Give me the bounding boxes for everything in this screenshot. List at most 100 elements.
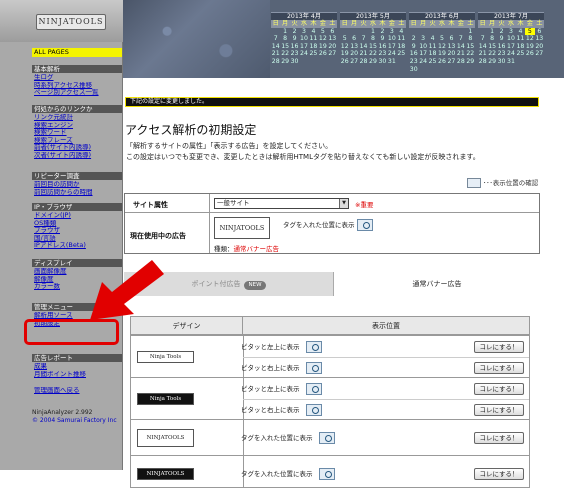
- calendar-day[interactable]: 6: [535, 28, 544, 36]
- sidebar-item[interactable]: 次者(サイト内誘導): [32, 152, 122, 160]
- calendar-day[interactable]: 5: [340, 35, 349, 43]
- calendar-day[interactable]: 6: [328, 28, 337, 36]
- calendar-day[interactable]: 27: [447, 58, 456, 66]
- sidebar-item[interactable]: 検索ワード: [32, 129, 122, 137]
- calendar-day[interactable]: 14: [478, 43, 487, 51]
- calendar-day[interactable]: 15: [466, 43, 475, 51]
- site-attr-select[interactable]: 一般サイト ▼: [214, 198, 349, 209]
- sidebar-item[interactable]: ページ別アクセス一覧: [32, 89, 122, 97]
- sidebar-item[interactable]: 成果: [32, 363, 122, 371]
- calendar-day[interactable]: 29: [466, 58, 475, 66]
- calendar-day[interactable]: 25: [516, 50, 525, 58]
- sidebar-item[interactable]: 検索フレーズ: [32, 137, 122, 145]
- calendar-day[interactable]: 7: [359, 35, 368, 43]
- select-ad-button[interactable]: コレにする！: [474, 382, 524, 395]
- calendar-day[interactable]: 31: [387, 58, 396, 66]
- calendar-day[interactable]: 2: [290, 28, 299, 36]
- sidebar-item[interactable]: IPアドレス(Beta): [32, 242, 122, 250]
- calendar-day[interactable]: 29: [487, 58, 496, 66]
- tab-normal-banner[interactable]: 通常バナー広告: [334, 272, 540, 296]
- calendar-day[interactable]: 21: [456, 50, 465, 58]
- calendar-day[interactable]: 15: [487, 43, 496, 51]
- select-ad-button[interactable]: コレにする！: [474, 361, 524, 374]
- sidebar-item[interactable]: 国/言語: [32, 235, 122, 243]
- calendar-day[interactable]: 17: [387, 43, 396, 51]
- logo[interactable]: NINJATOOLS: [0, 0, 123, 42]
- calendar-day[interactable]: 11: [516, 35, 525, 43]
- calendar-day[interactable]: 11: [428, 43, 437, 51]
- calendar-day[interactable]: 8: [280, 35, 289, 43]
- calendar-day[interactable]: 10: [299, 35, 308, 43]
- calendar-day[interactable]: 9: [409, 43, 418, 51]
- calendar-day[interactable]: 30: [409, 66, 418, 74]
- calendar-day[interactable]: 29: [368, 58, 377, 66]
- magnifier-icon[interactable]: [305, 340, 322, 353]
- calendar-day[interactable]: 16: [290, 43, 299, 51]
- select-ad-button[interactable]: コレにする！: [474, 340, 524, 353]
- calendar-day[interactable]: 7: [456, 35, 465, 43]
- calendar-day[interactable]: 27: [349, 58, 358, 66]
- calendar-day[interactable]: 18: [397, 43, 406, 51]
- calendar-day[interactable]: 15: [368, 43, 377, 51]
- sidebar-item[interactable]: 管理画面へ戻る: [32, 387, 122, 395]
- calendar-day[interactable]: 5: [525, 27, 535, 36]
- calendar-day[interactable]: 12: [340, 43, 349, 51]
- calendar-day[interactable]: 26: [318, 50, 327, 58]
- select-ad-button[interactable]: コレにする！: [474, 432, 524, 444]
- calendar-day[interactable]: 26: [437, 58, 446, 66]
- calendar-day[interactable]: 4: [516, 28, 525, 36]
- calendar-day[interactable]: 30: [378, 58, 387, 66]
- calendar-day[interactable]: 20: [349, 50, 358, 58]
- calendar-day[interactable]: 24: [506, 50, 515, 58]
- calendar-day[interactable]: 8: [466, 35, 475, 43]
- calendar-day[interactable]: 13: [535, 35, 544, 43]
- calendar-day[interactable]: 20: [535, 43, 544, 51]
- calendar-day[interactable]: 29: [280, 58, 289, 66]
- magnifier-icon[interactable]: [318, 468, 335, 480]
- calendar-day[interactable]: 12: [525, 35, 534, 43]
- calendar-day[interactable]: 9: [290, 35, 299, 43]
- calendar-day[interactable]: 30: [497, 58, 506, 66]
- calendar-day[interactable]: 3: [418, 35, 427, 43]
- all-pages-link[interactable]: ALL PAGES: [32, 48, 122, 57]
- calendar-day[interactable]: 27: [328, 50, 337, 58]
- calendar-day[interactable]: 31: [506, 58, 515, 66]
- calendar-day[interactable]: 10: [387, 35, 396, 43]
- calendar-day[interactable]: 17: [299, 43, 308, 51]
- calendar-day[interactable]: 28: [271, 58, 280, 66]
- sidebar-item[interactable]: 前者(サイト内誘導): [32, 144, 122, 152]
- sidebar-item[interactable]: ドメイン(JP): [32, 212, 122, 220]
- sidebar-item[interactable]: 時系列アクセス推移: [32, 82, 122, 90]
- calendar-day[interactable]: 1: [280, 28, 289, 36]
- calendar-day[interactable]: 25: [428, 58, 437, 66]
- calendar-day[interactable]: 5: [437, 35, 446, 43]
- sidebar-item[interactable]: ブラウザ: [32, 227, 122, 235]
- calendar-day[interactable]: 13: [447, 43, 456, 51]
- calendar-day[interactable]: 24: [387, 50, 396, 58]
- calendar-day[interactable]: 16: [497, 43, 506, 51]
- sidebar-item[interactable]: OS種類: [32, 220, 122, 228]
- calendar-day[interactable]: 5: [318, 28, 327, 36]
- calendar-day[interactable]: 3: [387, 28, 396, 36]
- calendar-day[interactable]: 9: [378, 35, 387, 43]
- calendar-day[interactable]: 1: [466, 28, 475, 36]
- calendar-day[interactable]: 27: [535, 50, 544, 58]
- sidebar-item[interactable]: 前回訪問からの時間: [32, 189, 122, 197]
- calendar-day[interactable]: 11: [397, 35, 406, 43]
- magnifier-icon[interactable]: [356, 219, 373, 231]
- calendar-day[interactable]: 22: [280, 50, 289, 58]
- calendar-day[interactable]: 21: [271, 50, 280, 58]
- select-ad-button[interactable]: コレにする！: [474, 468, 524, 480]
- calendar-day[interactable]: 9: [497, 35, 506, 43]
- calendar-day[interactable]: 24: [299, 50, 308, 58]
- sidebar-item[interactable]: 生ログ: [32, 74, 122, 82]
- chevron-down-icon[interactable]: ▼: [339, 199, 348, 208]
- calendar-day[interactable]: 26: [340, 58, 349, 66]
- calendar-day[interactable]: 13: [328, 35, 337, 43]
- calendar-day[interactable]: 21: [478, 50, 487, 58]
- calendar-day[interactable]: 8: [487, 35, 496, 43]
- calendar-day[interactable]: 22: [368, 50, 377, 58]
- calendar-day[interactable]: 30: [290, 58, 299, 66]
- calendar-day[interactable]: 28: [359, 58, 368, 66]
- calendar-day[interactable]: 19: [318, 43, 327, 51]
